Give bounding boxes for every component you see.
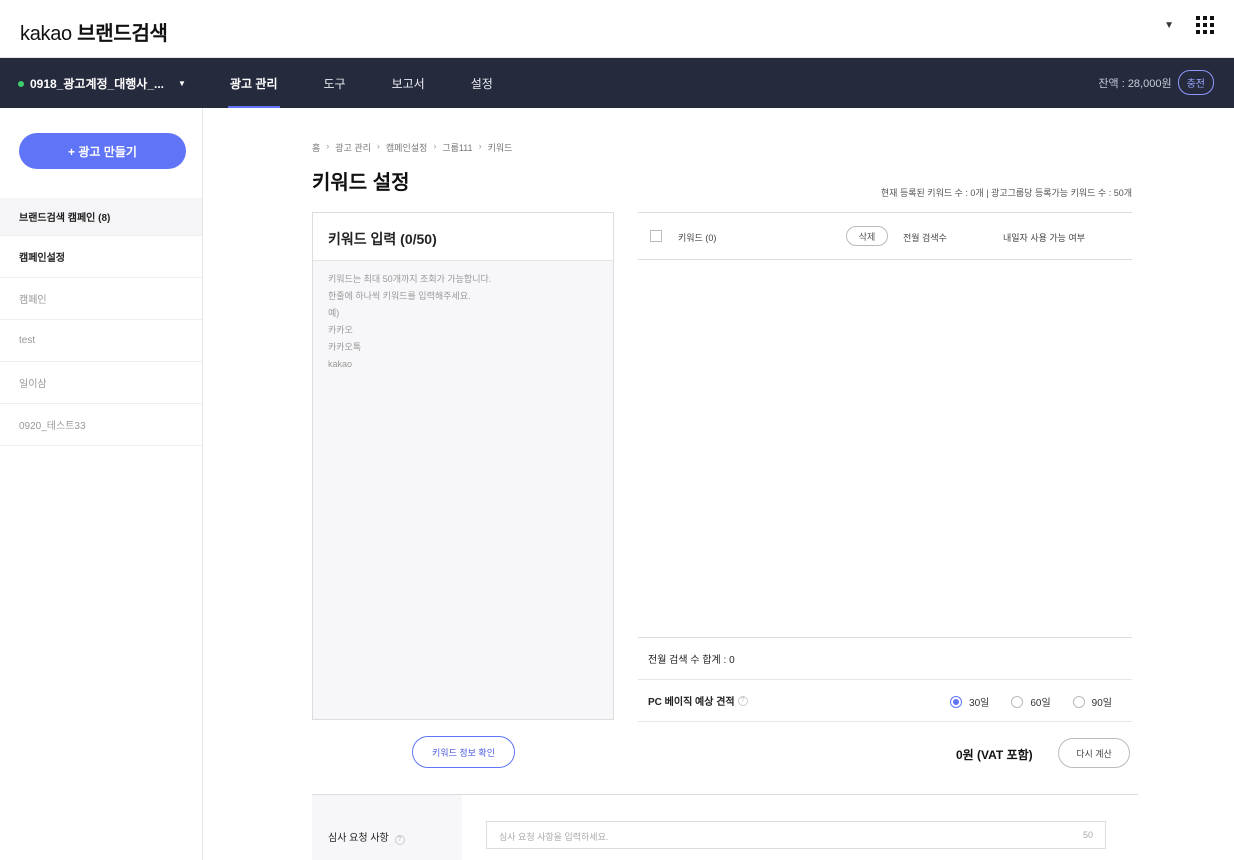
charge-button[interactable]: 충전 <box>1177 70 1214 95</box>
chevron-right-icon: › <box>326 141 330 151</box>
hint-line: kakao <box>328 359 353 369</box>
status-dot-icon <box>18 80 24 87</box>
sidebar-item-campaign-group[interactable]: 브랜드검색 캠페인 (8) <box>0 198 202 236</box>
search-total-row: 전월 검색 수 합계 : 0 <box>638 638 1132 680</box>
account-name: 0918_광고계정_대행사_... <box>30 77 164 91</box>
top-bar: kakao 브랜드검색 ▼ <box>0 0 1234 58</box>
logo-prefix: kakao <box>20 23 72 45</box>
review-request-input[interactable]: 심사 요청 사항을 입력하세요. 50 <box>486 821 1106 849</box>
radio-circle-icon <box>1011 695 1024 708</box>
keyword-input-panel[interactable]: 키워드 입력 (0/50) 키워드는 최대 50개까지 조회가 가능합니다. 한… <box>312 212 614 720</box>
review-label-text: 심사 요청 사항 <box>328 833 389 844</box>
breadcrumb-keyword: 키워드 <box>487 143 513 153</box>
chevron-right-icon: › <box>478 141 482 151</box>
nav-settings[interactable]: 설정 <box>471 58 493 108</box>
period-60-radio[interactable]: 60일 <box>1011 694 1051 709</box>
kakao-brand-search-logo[interactable]: kakao 브랜드검색 <box>20 17 168 46</box>
hint-line: 카카오 <box>328 325 353 335</box>
help-icon[interactable]: ? <box>394 835 405 845</box>
campaign-list: 브랜드검색 캠페인 (8) 캠페인설정 캠페인 test 일이삼 0920_테스… <box>0 198 202 446</box>
keyword-info-confirm-button[interactable]: 키워드 정보 확인 <box>412 736 515 768</box>
chevron-down-icon: ▼ <box>178 79 186 88</box>
period-label: 30일 <box>969 698 990 709</box>
sidebar-item-test[interactable]: test <box>0 320 202 362</box>
keyword-table: 키워드 (0) 삭제 전월 검색수 내일자 사용 가능 여부 전월 검색 수 합… <box>638 212 1132 722</box>
chevron-right-icon: › <box>376 141 380 151</box>
breadcrumb-campaign-settings[interactable]: 캠페인설정 <box>386 141 427 154</box>
keyword-summary: 전월 검색 수 합계 : 0 PC 베이직 예상 견적 ? 30일 60일 90… <box>638 637 1132 722</box>
radio-circle-icon <box>1072 695 1085 708</box>
keyword-input-title: 키워드 입력 (0/50) <box>313 213 613 261</box>
review-request-label: 심사 요청 사항 ? <box>312 795 462 860</box>
app-grid-icon[interactable] <box>1196 16 1214 34</box>
review-char-limit: 50 <box>1082 830 1093 840</box>
breadcrumb: 홈 › 광고 관리 › 캠페인설정 › 그룹111 › 키워드 <box>312 141 512 154</box>
column-monthly-search: 전월 검색수 <box>903 233 947 243</box>
logo-suffix: 브랜드검색 <box>77 23 168 45</box>
create-ad-button[interactable]: + 광고 만들기 <box>19 133 186 169</box>
estimate-row: PC 베이직 예상 견적 ? 30일 60일 90일 <box>638 680 1132 722</box>
breadcrumb-home[interactable]: 홈 <box>312 141 320 154</box>
select-all-checkbox[interactable] <box>650 230 662 242</box>
column-availability: 내일자 사용 가능 여부 <box>1003 233 1086 243</box>
hint-line: 카카오톡 <box>328 342 362 352</box>
breadcrumb-group[interactable]: 그룹111 <box>442 141 472 154</box>
review-placeholder: 심사 요청 사항을 입력하세요. <box>499 832 609 842</box>
sidebar-item-0920-test33[interactable]: 0920_테스트33 <box>0 404 202 446</box>
column-keyword: 키워드 (0) <box>678 233 717 243</box>
radio-circle-icon <box>950 695 963 708</box>
period-label: 60일 <box>1030 698 1051 709</box>
sidebar-item-campaign[interactable]: 캠페인 <box>0 278 202 320</box>
help-icon[interactable]: ? <box>737 695 748 706</box>
estimate-total: 0원 (VAT 포함) <box>956 748 1033 762</box>
delete-button[interactable]: 삭제 <box>846 226 888 246</box>
search-total: 전월 검색 수 합계 : 0 <box>648 655 735 666</box>
sidebar-item-campaign-settings[interactable]: 캠페인설정 <box>0 236 202 278</box>
sidebar-item-ilisam[interactable]: 일이삼 <box>0 362 202 404</box>
sidebar: + 광고 만들기 브랜드검색 캠페인 (8) 캠페인설정 캠페인 test 일이… <box>0 108 203 860</box>
nav-tools[interactable]: 도구 <box>324 58 346 108</box>
account-selector[interactable]: 0918_광고계정_대행사_... ▼ <box>18 75 186 92</box>
period-30-radio[interactable]: 30일 <box>950 694 989 709</box>
keyword-table-header: 키워드 (0) 삭제 전월 검색수 내일자 사용 가능 여부 <box>638 212 1132 260</box>
hint-line: 키워드는 최대 50개까지 조회가 가능합니다. <box>328 274 492 284</box>
chevron-right-icon: › <box>433 141 437 151</box>
period-90-radio[interactable]: 90일 <box>1072 694 1112 709</box>
recalculate-button[interactable]: 다시 계산 <box>1058 738 1130 768</box>
estimate-label: PC 베이직 예상 견적 <box>648 697 735 708</box>
breadcrumb-ad-management[interactable]: 광고 관리 <box>335 141 371 154</box>
balance-text: 잔액 : 28,000원 <box>1098 77 1172 90</box>
nav-reports[interactable]: 보고서 <box>392 58 425 108</box>
nav-ad-management[interactable]: 광고 관리 <box>228 58 279 108</box>
period-radio-group: 30일 60일 90일 <box>950 694 1112 709</box>
caret-down-icon[interactable]: ▼ <box>1164 20 1174 31</box>
review-request-section: 심사 요청 사항 ? 심사 요청 사항을 입력하세요. 50 <box>312 794 1138 860</box>
main-nav: 0918_광고계정_대행사_... ▼ 광고 관리 도구 보고서 설정 잔액 :… <box>0 58 1234 108</box>
keyword-input-textarea[interactable]: 키워드는 최대 50개까지 조회가 가능합니다. 한줄에 하나씩 키워드를 입력… <box>313 261 613 373</box>
hint-line: 한줄에 하나씩 키워드를 입력해주세요. <box>328 291 471 301</box>
period-label: 90일 <box>1091 698 1112 709</box>
keyword-count-info: 현재 등록된 키워드 수 : 0개 | 광고그룹당 등록가능 키워드 수 : 5… <box>880 188 1132 198</box>
main-content: 홈 › 광고 관리 › 캠페인설정 › 그룹111 › 키워드 키워드 설정 현… <box>204 108 1234 860</box>
hint-line: 예) <box>328 308 340 318</box>
page-title: 키워드 설정 <box>312 172 410 194</box>
